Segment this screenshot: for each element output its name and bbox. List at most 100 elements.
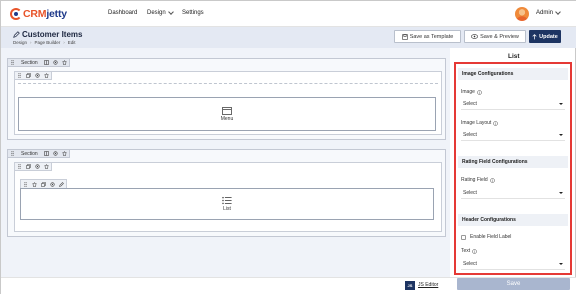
delete-icon[interactable]	[60, 59, 69, 67]
rating-field-select-value: Select	[463, 190, 477, 196]
delete-icon[interactable]	[60, 150, 69, 158]
image-layout-select[interactable]: Select	[461, 130, 565, 141]
info-icon[interactable]	[489, 177, 495, 183]
header-configurations-header[interactable]: Header Configurations	[458, 214, 568, 226]
breadcrumb-separator-icon: ›	[63, 40, 65, 45]
image-layout-label: Image Layout	[461, 120, 499, 126]
breadcrumb-page-builder[interactable]: Page Builder	[35, 40, 61, 45]
info-icon[interactable]	[472, 248, 477, 254]
section-toolbar: Section	[8, 150, 70, 158]
copy-icon[interactable]	[24, 72, 33, 80]
list-widget-label: List	[223, 206, 231, 212]
avatar[interactable]	[515, 7, 529, 21]
chevron-down-icon	[555, 9, 561, 15]
menu-widget-label: Menu	[220, 115, 234, 122]
save-button-label: Save	[506, 281, 521, 287]
settings-icon[interactable]	[48, 180, 57, 188]
save-icon	[401, 33, 408, 40]
breadcrumb: Design › Page Builder › Edit	[13, 40, 76, 45]
text-select[interactable]: Select	[461, 259, 565, 270]
js-icon: JS	[405, 280, 415, 290]
js-editor-label: JS Editor	[418, 282, 439, 288]
drag-handle-icon[interactable]	[8, 150, 17, 158]
caret-down-icon	[559, 192, 563, 194]
drag-handle-icon[interactable]	[15, 163, 24, 171]
column-drop-guide	[18, 83, 438, 84]
settings-icon[interactable]	[33, 163, 42, 171]
drag-handle-icon[interactable]	[15, 72, 24, 80]
image-configurations-header[interactable]: Image Configurations	[458, 68, 568, 80]
save-and-preview-button[interactable]: Save & Preview	[464, 30, 526, 43]
settings-icon[interactable]	[51, 59, 60, 67]
delete-icon[interactable]	[42, 72, 51, 80]
column-toolbar	[15, 72, 52, 80]
copy-icon[interactable]	[39, 180, 48, 188]
columns-icon[interactable]	[42, 59, 51, 67]
info-icon[interactable]	[493, 120, 499, 126]
copy-icon[interactable]	[24, 163, 33, 171]
page-title: Customer Items	[13, 30, 82, 39]
save-as-template-button[interactable]: Save as Template	[394, 30, 461, 43]
section-toolbar: Section	[8, 59, 70, 67]
text-label-text: Text	[461, 248, 471, 254]
section-label: Section	[21, 150, 38, 157]
columns-icon[interactable]	[42, 150, 51, 158]
breadcrumb-edit: Edit	[67, 40, 76, 45]
rating-field-label-text: Rating Field	[461, 177, 488, 183]
column-toolbar	[15, 163, 52, 171]
image-label-text: Image	[461, 89, 475, 95]
page-title-text: Customer Items	[22, 30, 83, 39]
nav-dashboard-label: Dashboard	[108, 10, 138, 16]
nav-design[interactable]: Design	[147, 9, 174, 16]
save-and-preview-label: Save & Preview	[480, 33, 519, 40]
settings-icon[interactable]	[51, 150, 60, 158]
image-layout-select-value: Select	[463, 132, 477, 138]
nav-design-label: Design	[147, 10, 166, 16]
text-field-label: Text	[461, 248, 477, 254]
menu-widget[interactable]: Menu	[18, 97, 436, 131]
panel-title: List	[508, 53, 520, 60]
drag-handle-icon[interactable]	[21, 180, 30, 188]
drag-handle-icon[interactable]	[8, 59, 17, 67]
rating-field-label: Rating Field	[461, 177, 495, 183]
nav-dashboard[interactable]: Dashboard	[108, 10, 137, 16]
delete-icon[interactable]	[42, 163, 51, 171]
checkbox[interactable]	[461, 234, 466, 240]
user-menu[interactable]: Admin	[536, 9, 561, 16]
info-icon[interactable]	[477, 89, 482, 95]
update-label: Update	[539, 33, 558, 40]
logo-crm-text: CRM	[23, 8, 47, 20]
breadcrumb-design[interactable]: Design	[13, 40, 27, 45]
enable-field-label-text: Enable Field Label	[470, 234, 512, 240]
nav-settings[interactable]: Settings	[182, 10, 204, 16]
eye-icon	[471, 34, 479, 39]
update-button[interactable]: Update	[529, 30, 561, 43]
enable-field-label-checkbox[interactable]: Enable Field Label	[461, 234, 511, 240]
js-editor-link[interactable]: JS JS Editor	[405, 280, 438, 290]
widget-toolbar	[20, 179, 67, 188]
chevron-down-icon	[167, 9, 174, 15]
crmjetty-logo[interactable]: CRMjetty	[10, 7, 67, 21]
image-field-label: Image	[461, 89, 482, 95]
save-button[interactable]: Save	[457, 278, 570, 290]
section-label: Section	[21, 59, 38, 66]
pencil-icon[interactable]	[13, 31, 20, 38]
top-navbar: CRMjetty Dashboard Design Settings Admin	[1, 1, 576, 27]
image-select-value: Select	[463, 101, 477, 107]
text-select-value: Select	[463, 261, 477, 267]
list-widget[interactable]: List	[20, 188, 434, 220]
image-select[interactable]: Select	[461, 99, 565, 110]
delete-icon[interactable]	[30, 180, 39, 188]
upload-icon	[532, 33, 537, 39]
caret-down-icon	[559, 263, 563, 265]
rating-field-select[interactable]: Select	[461, 188, 565, 199]
edit-icon[interactable]	[57, 180, 66, 188]
rating-field-configurations-header[interactable]: Rating Field Configurations	[458, 156, 568, 168]
list-icon	[222, 196, 232, 205]
settings-icon[interactable]	[33, 72, 42, 80]
logo-mark-icon	[10, 8, 22, 20]
properties-panel: Image Configurations Image Select Image …	[454, 62, 572, 275]
image-layout-label-text: Image Layout	[461, 120, 492, 126]
user-name: Admin	[536, 10, 554, 16]
caret-down-icon	[559, 134, 563, 136]
